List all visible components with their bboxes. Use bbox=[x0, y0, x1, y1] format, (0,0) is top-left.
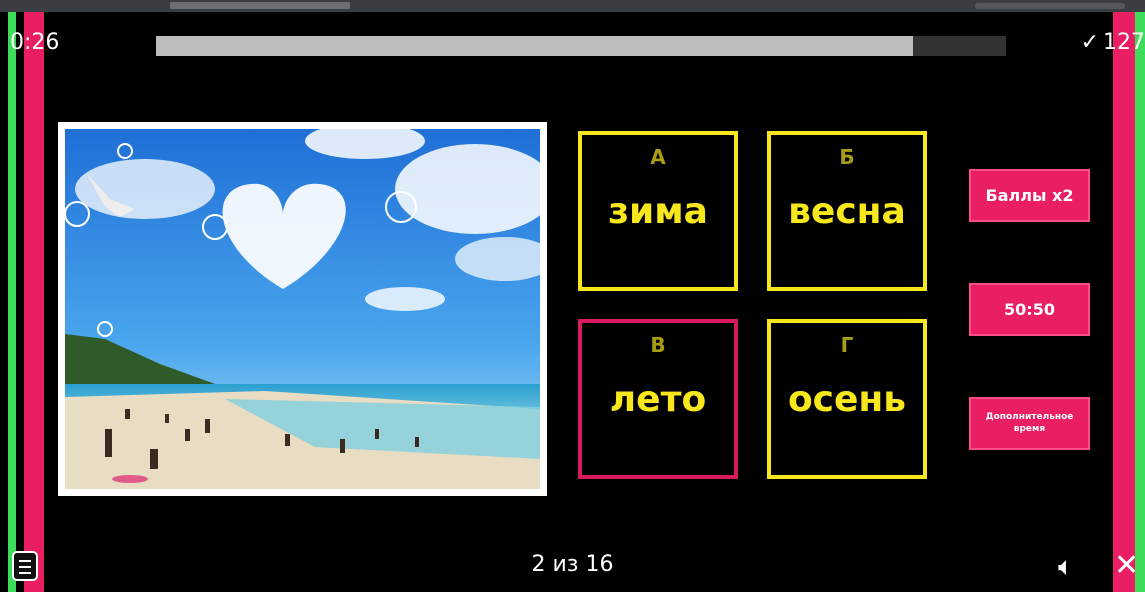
close-icon[interactable]: ✕ bbox=[1114, 548, 1139, 583]
beach-photo bbox=[65, 129, 540, 489]
answer-option-g[interactable]: Г осень bbox=[767, 319, 927, 479]
time-progress-fill bbox=[156, 36, 913, 56]
double-points-button[interactable]: Баллы x2 bbox=[969, 169, 1090, 222]
answer-word: весна bbox=[788, 191, 906, 232]
answer-letter: Г bbox=[840, 333, 854, 357]
answer-letter: В bbox=[650, 333, 666, 357]
right-pink-stripe bbox=[1113, 12, 1135, 592]
answer-letter: А bbox=[650, 145, 666, 169]
timer: 0:26 bbox=[10, 30, 60, 55]
answer-option-b[interactable]: Б весна bbox=[767, 131, 927, 291]
score-value: 127 bbox=[1103, 30, 1145, 55]
check-icon: ✓ bbox=[1080, 30, 1099, 55]
fifty-fifty-button[interactable]: 50:50 bbox=[969, 283, 1090, 336]
menu-icon-line bbox=[19, 572, 31, 574]
answer-word: осень bbox=[787, 379, 907, 420]
answer-word: лето bbox=[609, 379, 707, 420]
browser-toolbar bbox=[0, 0, 1145, 12]
time-progress-bar bbox=[156, 36, 1006, 56]
menu-icon-line bbox=[19, 566, 31, 568]
browser-extensions bbox=[975, 3, 1125, 9]
question-counter: 2 из 16 bbox=[531, 552, 614, 577]
menu-icon-line bbox=[19, 560, 31, 562]
question-image bbox=[58, 122, 547, 496]
menu-button[interactable] bbox=[12, 551, 38, 581]
answer-word: зима bbox=[608, 191, 708, 232]
left-green-stripe bbox=[8, 12, 16, 592]
answer-option-v[interactable]: В лето bbox=[578, 319, 738, 479]
sound-icon[interactable]: 🔈︎ bbox=[1058, 552, 1074, 583]
extra-time-button[interactable]: Дополнительное время bbox=[969, 397, 1090, 450]
answer-option-a[interactable]: А зима bbox=[578, 131, 738, 291]
answer-letter: Б bbox=[839, 145, 855, 169]
left-pink-stripe bbox=[24, 12, 44, 592]
address-bar[interactable] bbox=[170, 2, 350, 9]
right-green-stripe bbox=[1135, 12, 1145, 592]
score: ✓ 127 bbox=[1081, 30, 1145, 55]
